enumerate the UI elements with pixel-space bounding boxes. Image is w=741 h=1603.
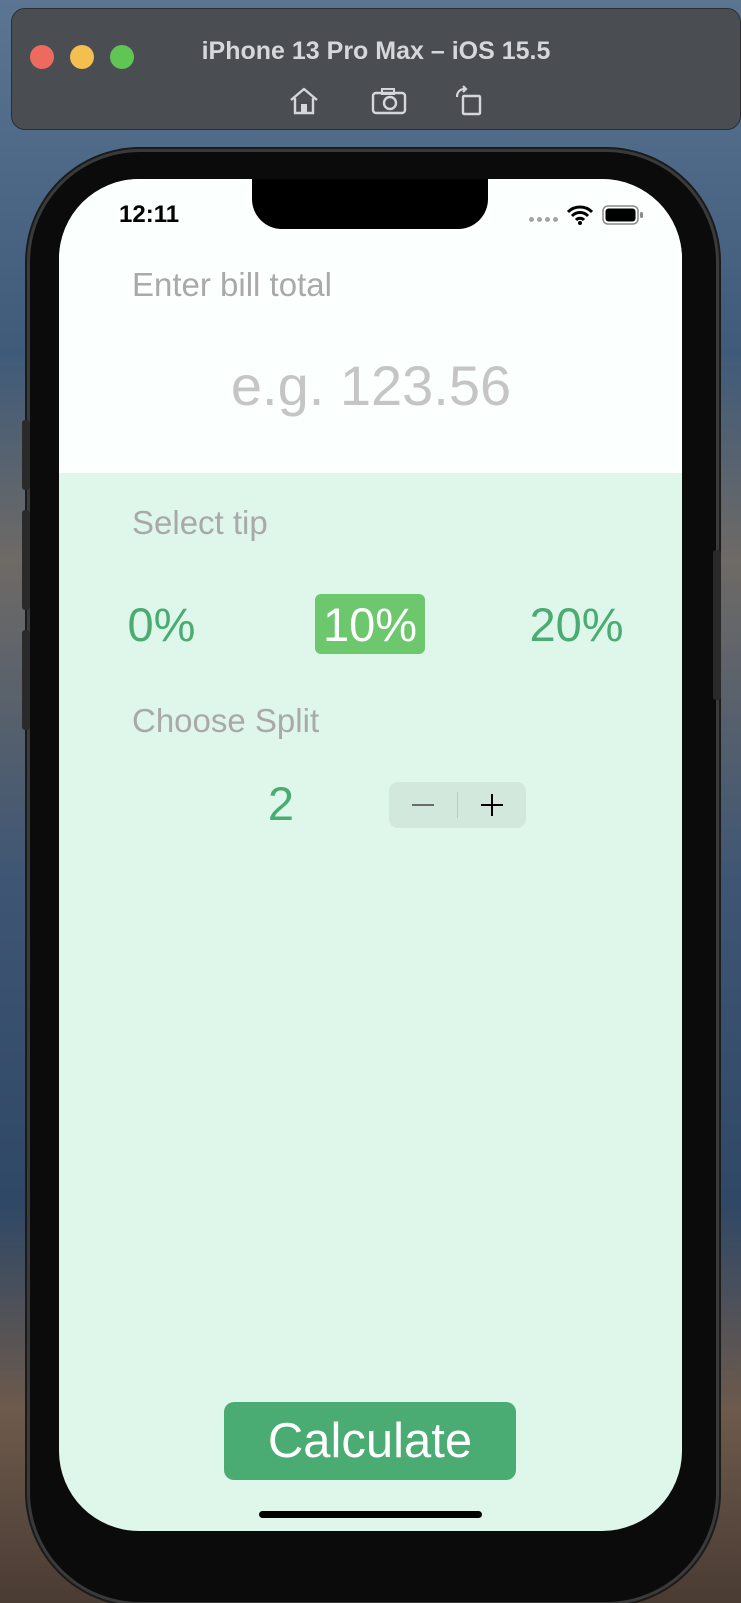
status-time: 12:11 — [119, 201, 180, 228]
volume-button — [22, 510, 30, 610]
tip-label: Select tip — [132, 504, 268, 541]
power-button — [713, 550, 721, 700]
decrement-button[interactable] — [389, 782, 457, 828]
split-label: Choose Split — [132, 702, 320, 739]
home-indicator — [259, 1511, 482, 1518]
plus-icon — [481, 794, 503, 816]
simulator-title: iPhone 13 Pro Max – iOS 15.5 — [201, 37, 551, 65]
split-stepper[interactable] — [389, 782, 526, 828]
status-icons — [529, 203, 649, 227]
notch — [252, 179, 488, 229]
bill-section: 12:11 Enter bill total — [59, 179, 682, 473]
simulator-title-bar: iPhone 13 Pro Max – iOS 15.5 — [11, 8, 741, 130]
screenshot-icon[interactable] — [369, 81, 409, 121]
tip-button-20[interactable]: 20% — [519, 594, 634, 654]
calculate-button[interactable]: Calculate — [224, 1402, 516, 1480]
minus-icon — [412, 804, 434, 806]
increment-button[interactable] — [458, 782, 526, 828]
bill-label: Enter bill total — [132, 266, 332, 303]
split-count: 2 — [267, 777, 295, 830]
wifi-icon — [567, 205, 593, 225]
signal-icon — [529, 217, 558, 222]
bill-total-input[interactable] — [119, 344, 623, 426]
volume-button — [22, 630, 30, 730]
app-screen: 12:11 Enter bill total Select tip 0% 10%… — [59, 179, 682, 1531]
volume-button — [22, 420, 30, 490]
tip-button-0[interactable]: 0% — [114, 594, 209, 654]
rotate-icon[interactable] — [449, 81, 489, 121]
battery-icon — [602, 205, 643, 225]
home-icon[interactable] — [284, 81, 324, 121]
tip-button-10[interactable]: 10% — [315, 594, 425, 654]
